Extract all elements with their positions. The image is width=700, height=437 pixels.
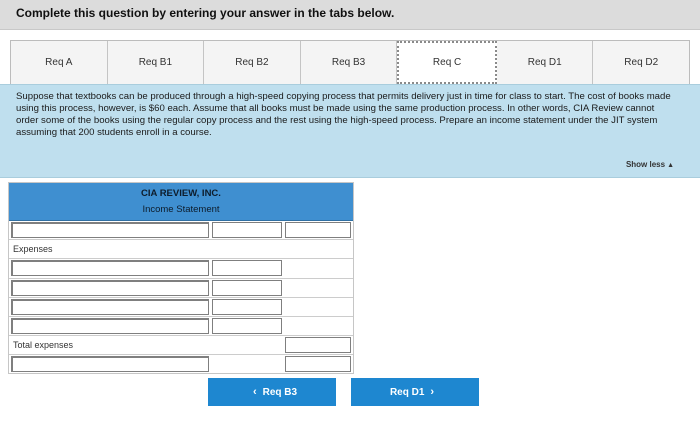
tab-req-c[interactable]: Req C [397, 41, 497, 84]
table-row [9, 259, 353, 279]
row-label-input[interactable] [11, 222, 209, 238]
company-name: CIA REVIEW, INC. [141, 187, 221, 199]
show-less-link[interactable]: Show less ▲ [626, 160, 674, 169]
statement-header: CIA REVIEW, INC. Income Statement [9, 183, 353, 221]
tab-req-b2[interactable]: Req B2 [204, 41, 301, 84]
income-statement: CIA REVIEW, INC. Income Statement Expens… [8, 182, 354, 374]
question-panel: Suppose that textbooks can be produced t… [0, 84, 700, 178]
expense-amount-input[interactable] [212, 298, 282, 315]
net-income-label-input[interactable] [11, 356, 209, 373]
instruction-bar: Complete this question by entering your … [0, 0, 700, 30]
prev-req-button[interactable]: ‹ Req B3 [208, 378, 336, 406]
chevron-left-icon: ‹ [252, 386, 257, 398]
table-row [9, 355, 353, 374]
next-req-button[interactable]: Req D1 › [351, 378, 479, 406]
expenses-header-row: Expenses [9, 240, 353, 260]
question-text: Suppose that textbooks can be produced t… [16, 91, 671, 138]
total-expenses-label: Total expenses [13, 340, 74, 351]
net-income-input[interactable] [285, 356, 351, 373]
expense-label-input[interactable] [11, 260, 209, 277]
tab-req-b1[interactable]: Req B1 [107, 41, 205, 84]
table-row [9, 317, 353, 337]
tab-req-d2[interactable]: Req D2 [593, 41, 690, 84]
expenses-label: Expenses [13, 244, 53, 255]
total-expenses-input[interactable] [285, 337, 351, 354]
prev-req-label: Req B3 [262, 386, 298, 398]
expense-amount-input[interactable] [212, 317, 282, 334]
expense-label-input[interactable] [11, 317, 209, 334]
triangle-up-icon: ▲ [667, 162, 674, 169]
expense-amount-input[interactable] [212, 279, 282, 296]
expense-label-input[interactable] [11, 298, 209, 315]
table-row [9, 298, 353, 317]
req-tabs: Req A Req B1 Req B2 Req B3 Req C Req D1 … [10, 40, 690, 84]
tab-req-b3[interactable]: Req B3 [300, 41, 398, 84]
tab-req-d1[interactable]: Req D1 [496, 41, 594, 84]
table-row [9, 279, 353, 298]
amount-input[interactable] [212, 222, 282, 238]
show-less-label: Show less [625, 160, 666, 169]
chevron-right-icon: › [430, 386, 435, 398]
expense-label-input[interactable] [11, 279, 209, 296]
amount-input[interactable] [285, 222, 351, 238]
next-req-label: Req D1 [389, 386, 425, 398]
statement-title: Income Statement [142, 203, 220, 215]
tab-req-a[interactable]: Req A [11, 41, 108, 84]
total-expenses-row: Total expenses [9, 336, 353, 356]
instruction-text: Complete this question by entering your … [16, 6, 395, 20]
table-row [9, 221, 353, 241]
expense-amount-input[interactable] [212, 260, 282, 277]
